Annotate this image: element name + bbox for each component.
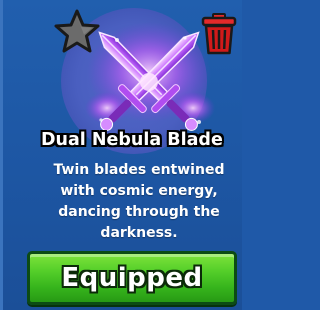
delete-trash-icon[interactable] — [200, 12, 238, 56]
item-name: Dual Nebula Blade — [41, 130, 223, 150]
item-card: Dual Nebula Blade Twin blades entwined w… — [0, 0, 242, 310]
equipped-button[interactable]: Equipped — [27, 251, 237, 305]
equipped-button-label: Equipped — [61, 263, 203, 293]
item-description: Twin blades entwined with cosmic energy,… — [53, 162, 225, 241]
favorite-star-icon[interactable] — [53, 8, 101, 56]
